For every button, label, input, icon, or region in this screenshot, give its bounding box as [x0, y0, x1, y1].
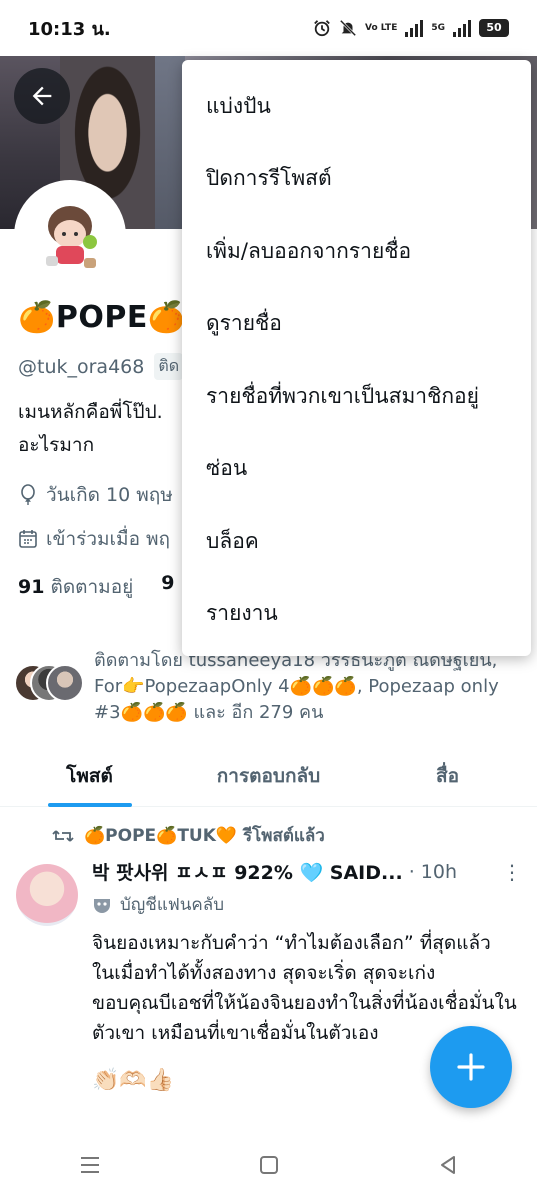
mute-icon: [339, 19, 357, 37]
banner-photo: [155, 54, 185, 229]
followed-by[interactable]: ติดตามโดย tussaneeya18 วรรธนะภูต ณดษฐเยน…: [14, 648, 524, 726]
profile-avatar[interactable]: [14, 180, 126, 292]
followed-by-avatars: [14, 664, 84, 704]
following-count: 91: [18, 576, 45, 598]
avatar: [46, 664, 84, 702]
system-nav-bar: [0, 1130, 537, 1199]
status-time: 10:13 น.: [28, 18, 111, 40]
fanclub-label: บัญชีแฟนคลับ: [120, 895, 225, 915]
followers-count: 9: [161, 572, 175, 594]
repost-indicator: 🍊POPE🍊TUK🧡 รีโพสต์แล้ว: [52, 822, 325, 849]
status-bar: 10:13 น. Vo LTE 5G 50: [0, 0, 537, 56]
network-type: 5G: [431, 23, 445, 33]
menu-item-view-lists[interactable]: ดูรายชื่อ: [182, 288, 531, 361]
avatar-illustration: [18, 184, 122, 288]
menu-item-add-remove-list[interactable]: เพิ่ม/ลบออกจากรายชื่อ: [182, 215, 531, 288]
tab-replies[interactable]: การตอบกลับ: [179, 745, 358, 806]
post-header: 박 팟사위 ㅍㅅㅍ 922% 🩵 SAID... · 10h ⋮: [92, 858, 522, 885]
back-nav-icon[interactable]: [437, 1154, 459, 1176]
post-time: · 10h: [408, 860, 457, 883]
status-icons: Vo LTE 5G 50: [313, 19, 509, 37]
followers-link[interactable]: 9: [161, 572, 174, 602]
repost-text: 🍊POPE🍊TUK🧡 รีโพสต์แล้ว: [84, 826, 325, 846]
signal-icon-2: [453, 19, 471, 37]
recents-icon[interactable]: [78, 1155, 102, 1175]
volte-indicator: Vo LTE: [365, 22, 398, 33]
compose-button[interactable]: [430, 1026, 512, 1108]
birthday-text: วันเกิด 10 พฤษ: [46, 484, 173, 506]
profile-tabs: โพสต์ การตอบกลับ สื่อ: [0, 745, 537, 807]
tab-posts[interactable]: โพสต์: [0, 745, 179, 806]
followed-by-text: ติดตามโดย tussaneeya18 วรรธนะภูต ณดษฐเยน…: [94, 650, 499, 723]
menu-item-turn-off-reposts[interactable]: ปิดการรีโพสต์: [182, 143, 531, 216]
home-icon[interactable]: [258, 1154, 280, 1176]
following-label: ติดตามอยู่: [50, 576, 134, 598]
back-button[interactable]: [14, 68, 70, 124]
balloon-icon: [21, 484, 35, 505]
follows-you-badge: ติด: [154, 353, 184, 380]
menu-item-hide[interactable]: ซ่อน: [182, 433, 531, 506]
post-author[interactable]: 박 팟사위 ㅍㅅㅍ 922% 🩵 SAID...: [92, 858, 403, 885]
menu-item-report[interactable]: รายงาน: [182, 578, 531, 651]
more-vertical-icon[interactable]: ⋮: [502, 860, 522, 884]
menu-item-share[interactable]: แบ่งปัน: [182, 70, 531, 143]
fanclub-label-row: บัญชีแฟนคลับ: [92, 891, 522, 918]
signal-icon: [405, 19, 424, 37]
menu-item-lists-member-of[interactable]: รายชื่อที่พวกเขาเป็นสมาชิกอยู่: [182, 360, 531, 433]
post-author-avatar[interactable]: [16, 864, 78, 926]
mask-icon: [94, 898, 110, 913]
overflow-menu: แบ่งปัน ปิดการรีโพสต์ เพิ่ม/ลบออกจากรายช…: [182, 60, 531, 656]
following-link[interactable]: 91 ติดตามอยู่: [18, 572, 133, 602]
alarm-icon: [314, 20, 330, 37]
calendar-icon: [19, 530, 37, 548]
plus-icon: [457, 1053, 485, 1081]
handle: @tuk_ora468: [18, 355, 145, 378]
joined-text: เข้าร่วมเมื่อ พฤ: [46, 528, 171, 550]
arrow-left-icon: [32, 86, 52, 106]
menu-item-block[interactable]: บล็อค: [182, 505, 531, 578]
repost-icon: [52, 829, 74, 842]
battery-icon: 50: [479, 19, 509, 37]
tab-media[interactable]: สื่อ: [358, 745, 537, 806]
